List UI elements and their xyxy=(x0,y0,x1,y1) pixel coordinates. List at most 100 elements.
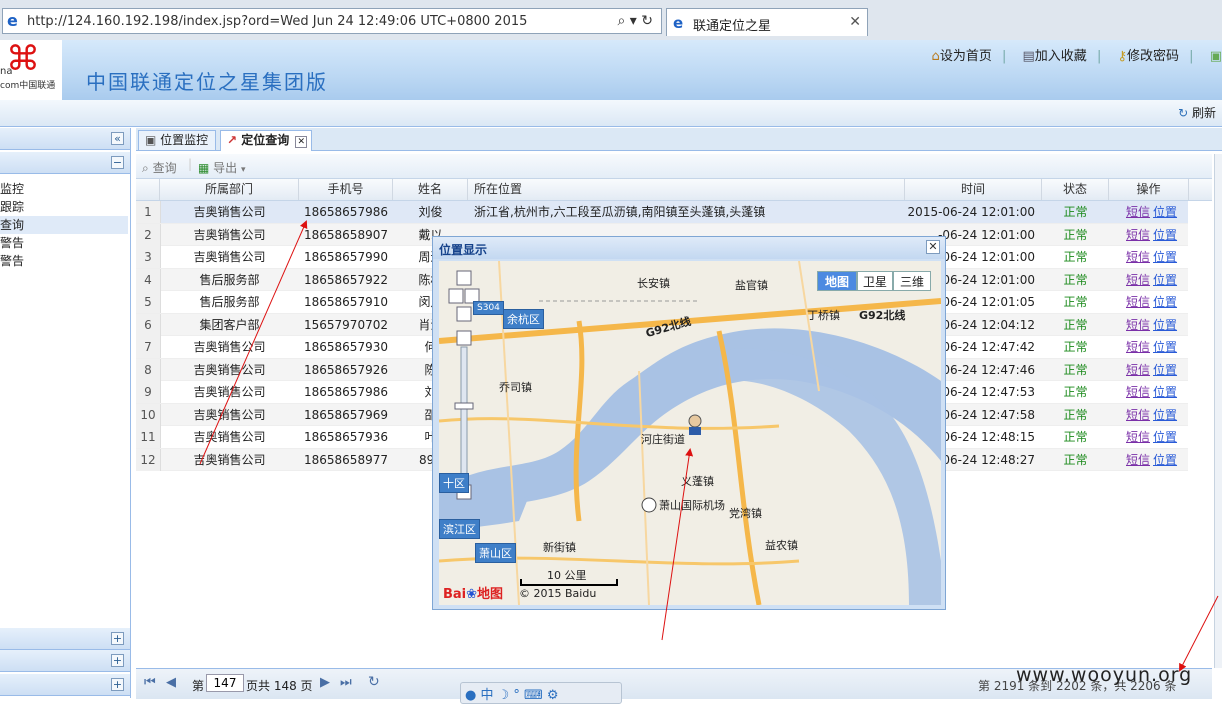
col-time[interactable]: 时间 xyxy=(905,179,1042,200)
sms-link[interactable]: 短信 xyxy=(1126,385,1150,399)
expand-icon[interactable]: + xyxy=(111,678,124,691)
sms-link[interactable]: 短信 xyxy=(1126,295,1150,309)
last-page-icon[interactable]: ⏭ xyxy=(340,675,352,690)
col-location[interactable]: 所在位置 xyxy=(468,179,905,200)
locate-link[interactable]: 位置 xyxy=(1153,205,1177,219)
sidebar-item-query[interactable]: 查询 xyxy=(0,216,128,234)
locate-link[interactable]: 位置 xyxy=(1153,340,1177,354)
locate-link[interactable]: 位置 xyxy=(1153,385,1177,399)
close-tab-icon[interactable]: ✕ xyxy=(849,14,861,30)
cell-name: 刘俊 xyxy=(418,205,443,219)
sms-link[interactable]: 短信 xyxy=(1126,408,1150,422)
locate-link[interactable]: 位置 xyxy=(1153,453,1177,467)
expand-icon[interactable]: + xyxy=(111,632,124,645)
set-home-link[interactable]: 设为首页 xyxy=(940,49,992,64)
cell-dept: 吉奥销售公司 xyxy=(193,205,266,219)
close-tab-icon[interactable]: ✕ xyxy=(295,136,307,148)
cell-rn: 1 xyxy=(136,201,161,223)
col-actions[interactable]: 操作 xyxy=(1109,179,1189,200)
sms-link[interactable]: 短信 xyxy=(1126,228,1150,242)
collapse-sidebar-icon[interactable]: « xyxy=(111,132,124,145)
cell-rn: 3 xyxy=(136,246,161,268)
locate-link[interactable]: 位置 xyxy=(1153,228,1177,242)
cell-dept: 集团客户部 xyxy=(199,317,260,332)
cell-actions: 短信 位置 xyxy=(1126,314,1186,336)
locate-link[interactable]: 位置 xyxy=(1153,250,1177,264)
map-mode-satellite[interactable]: 卫星 xyxy=(857,271,893,291)
map-label: 党湾镇 xyxy=(729,507,762,520)
cell-status: 正常 xyxy=(1063,385,1088,399)
map-window[interactable]: 位置显示 ✕ 地图 卫星 三维 长安镇 盐官镇 余杭区 丁桥镇 G92北线 G9… xyxy=(432,236,946,610)
sms-link[interactable]: 短信 xyxy=(1126,273,1150,287)
app-header: ⌘ na com中国联通 中国联通定位之星集团版 ⌂设为首页 | ▤加入收藏 |… xyxy=(0,40,1222,100)
first-page-icon[interactable]: ⏮ xyxy=(144,675,156,690)
cell-dept: 吉奥销售公司 xyxy=(193,407,266,422)
col-name[interactable]: 姓名 xyxy=(393,179,468,200)
locate-link[interactable]: 位置 xyxy=(1153,318,1177,332)
locate-link[interactable]: 位置 xyxy=(1153,430,1177,444)
sms-link[interactable]: 短信 xyxy=(1126,453,1150,467)
sidebar-collapsed-group-2[interactable]: + xyxy=(0,650,130,672)
col-status[interactable]: 状态 xyxy=(1042,179,1109,200)
sms-link[interactable]: 短信 xyxy=(1126,363,1150,377)
sms-link[interactable]: 短信 xyxy=(1126,250,1150,264)
sidebar-collapsed-group-1[interactable]: + xyxy=(0,628,130,650)
query-button[interactable]: ⌕ 查询 xyxy=(142,159,177,176)
map-label: 乔司镇 xyxy=(499,381,532,394)
cell-phone: 18658657986 xyxy=(304,205,388,219)
next-page-icon[interactable]: ▶ xyxy=(320,675,330,690)
export-button[interactable]: ▦ 导出 ▾ xyxy=(198,159,246,176)
locate-link[interactable]: 位置 xyxy=(1153,408,1177,422)
collapse-group-icon[interactable]: − xyxy=(111,156,124,169)
expand-icon[interactable]: + xyxy=(111,654,124,667)
unicom-logo: ⌘ na com中国联通 xyxy=(0,40,62,100)
map-canvas[interactable]: 地图 卫星 三维 长安镇 盐官镇 余杭区 丁桥镇 G92北线 G92北线 乔司镇… xyxy=(439,261,941,605)
sidebar-item-alert-2[interactable]: 警告 xyxy=(0,252,128,270)
col-dept[interactable]: 所属部门 xyxy=(160,179,299,200)
sidebar-item-monitor[interactable]: 监控 xyxy=(0,180,128,198)
sms-link[interactable]: 短信 xyxy=(1126,340,1150,354)
change-password-link[interactable]: 修改密码 xyxy=(1127,49,1179,64)
sms-link[interactable]: 短信 xyxy=(1126,318,1150,332)
browser-tab[interactable]: e 联通定位之星 ✕ xyxy=(666,8,868,36)
map-mode-3d[interactable]: 三维 xyxy=(893,271,931,291)
sidebar-item-alert-1[interactable]: 警告 xyxy=(0,234,128,252)
map-window-header[interactable]: 位置显示 ✕ xyxy=(433,237,945,259)
refresh-button[interactable]: ↻ 刷新 xyxy=(1178,104,1216,121)
key-icon: ⚷ xyxy=(1117,49,1128,64)
sms-link[interactable]: 短信 xyxy=(1126,205,1150,219)
url-text[interactable]: http://124.160.192.198/index.jsp?ord=Wed… xyxy=(27,14,527,29)
ime-toolbar[interactable]: ● 中 ☽ ° ⌨ ⚙ xyxy=(460,682,622,704)
rownum-header xyxy=(136,179,160,200)
close-icon[interactable]: ✕ xyxy=(926,240,940,254)
sms-link[interactable]: 短信 xyxy=(1126,430,1150,444)
refresh-icon[interactable]: ↻ xyxy=(368,674,380,690)
locate-link[interactable]: 位置 xyxy=(1153,273,1177,287)
address-bar[interactable]: e http://124.160.192.198/index.jsp?ord=W… xyxy=(2,8,662,34)
refresh-icon: ↻ xyxy=(1178,106,1189,120)
exit-icon[interactable]: ▣ xyxy=(1210,49,1222,64)
ie-icon: e xyxy=(7,11,18,30)
tab-location-query[interactable]: ↗ 定位查询 ✕ xyxy=(220,130,312,151)
table-row[interactable]: 1 吉奥销售公司 18658657986 刘俊 浙江省,杭州市,六工段至瓜沥镇,南阳镇至… xyxy=(136,201,1188,224)
cell-rn: 2 xyxy=(136,223,161,246)
cell-actions: 短信 位置 xyxy=(1126,269,1186,291)
chevron-down-icon: ▾ xyxy=(241,165,246,175)
map-label: 丁桥镇 xyxy=(807,309,840,322)
col-phone[interactable]: 手机号 xyxy=(299,179,393,200)
add-favorite-link[interactable]: 加入收藏 xyxy=(1035,49,1087,64)
map-mode-map[interactable]: 地图 xyxy=(817,271,857,291)
cell-actions: 短信 位置 xyxy=(1126,201,1186,223)
prev-page-icon[interactable]: ◀ xyxy=(166,675,176,690)
cell-phone: 18658657926 xyxy=(304,362,388,377)
locate-link[interactable]: 位置 xyxy=(1153,363,1177,377)
tab-position-monitor[interactable]: ▣ 位置监控 xyxy=(138,130,216,150)
locate-link[interactable]: 位置 xyxy=(1153,295,1177,309)
cell-rn: 4 xyxy=(136,268,161,291)
sidebar-collapsed-group-3[interactable]: + xyxy=(0,674,130,696)
page-input[interactable] xyxy=(206,674,244,692)
search-refresh-icons[interactable]: ⌕ ▾ ↻ xyxy=(618,13,654,29)
vertical-scrollbar[interactable] xyxy=(1214,154,1222,668)
page-total: 页共 148 页 xyxy=(246,679,313,693)
sidebar-item-track[interactable]: 跟踪 xyxy=(0,198,128,216)
